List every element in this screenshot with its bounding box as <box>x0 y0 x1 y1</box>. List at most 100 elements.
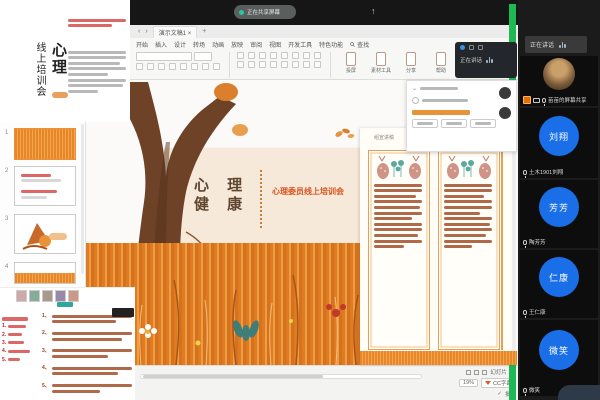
normal-view-icon <box>466 370 471 375</box>
ribbon-tab-design[interactable]: 设计 <box>174 40 186 49</box>
meeting-floating-panel[interactable]: 正在讲话 <box>455 42 517 78</box>
help-icon <box>436 52 446 66</box>
text-direction-icon <box>259 61 266 68</box>
ribbon-tab-animation[interactable]: 动画 <box>212 40 224 49</box>
horizontal-scrollbar[interactable] <box>140 374 422 379</box>
slide-thumb-1[interactable]: 1 <box>14 128 76 160</box>
phone-icon <box>412 97 419 104</box>
outdent-icon <box>314 52 321 59</box>
deer-window-header: 组宣讲稿 <box>374 134 394 141</box>
participant-name: 苗苗的屏幕共享 <box>548 96 587 104</box>
font-size-select[interactable] <box>194 52 212 61</box>
indent-icon <box>303 52 310 59</box>
member-icon <box>469 45 474 50</box>
floating-speaking-label: 正在讲话 <box>460 56 482 64</box>
find-button[interactable]: 查找 <box>350 40 369 49</box>
avatar: 刘翔 <box>539 116 579 156</box>
doc-body-paragraph <box>68 48 128 95</box>
chevron-down-icon[interactable]: ⌄ <box>412 85 417 92</box>
align-center-icon <box>248 52 255 59</box>
doc-red-paragraph <box>68 16 128 30</box>
doc-window-bottom[interactable]: 1. 2. 3. 4. 5. 1、 2、 3、 4、 5、 <box>0 287 135 400</box>
align-right-icon <box>259 52 266 59</box>
font-style-buttons[interactable] <box>136 63 222 70</box>
ribbon-tab-insert[interactable]: 插入 <box>155 40 167 49</box>
popup-buttons[interactable] <box>412 119 511 128</box>
wps-titlebar[interactable]: 正在共享屏幕 ↑ <box>130 0 518 25</box>
chat-bubble-corner[interactable] <box>558 385 600 400</box>
floating-panel-icons[interactable] <box>460 45 512 50</box>
speaking-indicator: 正在讲话 <box>525 36 587 53</box>
deer-card-left <box>368 150 430 350</box>
ribbon-tab-dev[interactable]: 开发工具 <box>288 40 312 49</box>
italic-icon <box>147 63 154 70</box>
tool-help-button[interactable]: 帮助 <box>428 52 454 74</box>
participant-tile[interactable]: 芳芳 陶芳芳 <box>520 180 598 248</box>
wps-document-tabs[interactable]: ‹ › 演示文稿1 × + <box>130 25 518 38</box>
mute-circle-button <box>499 87 511 99</box>
meeting-sidebar: 正在讲话 苗苗的屏幕共享 刘翔 土木1901刘翔 芳芳 <box>518 0 600 400</box>
mic-icon <box>542 98 546 103</box>
screen-share-banner[interactable]: 正在共享屏幕 <box>234 5 296 19</box>
note-toggle[interactable]: ✓ 批注 <box>428 390 516 398</box>
paragraph-buttons-bottom[interactable] <box>237 61 323 68</box>
slide-subtitle: 心理委员线上培训会 <box>272 186 344 197</box>
paragraph-buttons-top[interactable] <box>237 52 323 59</box>
document-tab[interactable]: 演示文稿1 × <box>153 26 198 38</box>
mic-icon <box>523 170 527 175</box>
ribbon-tab-slideshow[interactable]: 放映 <box>231 40 243 49</box>
arrange-icon <box>292 61 299 68</box>
share-circle-button <box>499 107 511 119</box>
slide-thumb-3[interactable]: 3 <box>14 214 76 254</box>
ribbon-tab-transition[interactable]: 转场 <box>193 40 205 49</box>
slide-sorter-icon <box>474 370 479 375</box>
deer-window-scrollbar[interactable] <box>512 148 516 353</box>
mic-icon <box>523 310 527 315</box>
participant-tile[interactable]: 刘翔 土木1901刘翔 <box>520 108 598 178</box>
nav-back-icon[interactable]: ‹ <box>138 28 140 35</box>
zoom-level[interactable]: 19% <box>459 379 478 387</box>
tool-share-button[interactable]: 分享 <box>398 52 424 74</box>
line-spacing-icon <box>237 61 244 68</box>
participant-name: 陶芳芳 <box>529 238 546 246</box>
mic-icon <box>523 388 527 393</box>
shape-fill-icon <box>270 61 277 68</box>
slide-thumbnail-panel[interactable]: 1 2 3 4 <box>0 122 86 287</box>
tool-assets-button[interactable]: 素材工具 <box>368 52 394 74</box>
underline-icon <box>158 63 165 70</box>
ribbon-tab-features[interactable]: 特色功能 <box>319 40 343 49</box>
superscript-icon <box>202 63 209 70</box>
number-list-icon <box>292 52 299 59</box>
font-name-select[interactable] <box>136 52 192 61</box>
avatar: 芳芳 <box>539 187 579 227</box>
slide-thumb-4[interactable]: 4 <box>14 262 76 284</box>
participant-tile-sharer[interactable]: 苗苗的屏幕共享 <box>520 56 598 106</box>
meeting-popup-panel[interactable]: ⌄ ⋯ <box>406 80 517 152</box>
new-tab-button[interactable]: + <box>202 28 206 35</box>
slide-thumb-2[interactable]: 2 <box>14 166 76 206</box>
leaves-icon <box>334 126 356 142</box>
collapse-arrow-icon[interactable]: ↑ <box>371 6 376 16</box>
red-list: 1. 2. 3. 4. 5. <box>2 314 38 365</box>
ribbon-tab-review[interactable]: 审阅 <box>250 40 262 49</box>
deer-slide-window[interactable]: 组宣讲稿 <box>360 128 517 365</box>
ribbon-tab-home[interactable]: 开始 <box>136 40 148 49</box>
thumbnail-scrollbar[interactable] <box>81 124 84 274</box>
align-left-icon <box>237 52 244 59</box>
ribbon-tab-view[interactable]: 视图 <box>269 40 281 49</box>
nav-forward-icon[interactable]: › <box>145 28 147 35</box>
tool-cast-button[interactable]: 投屏 <box>338 52 364 74</box>
view-switch-row[interactable]: 幻灯片 1/4 <box>428 368 516 376</box>
popup-button-1 <box>412 119 438 128</box>
screenshot-root: 心 理 健 康 心理委员线上培训会 <box>0 0 600 400</box>
quick-style-icon <box>303 61 310 68</box>
popup-side-buttons[interactable] <box>497 87 513 119</box>
select-icon <box>314 61 321 68</box>
bold-icon <box>136 63 143 70</box>
deer-illustration <box>444 155 494 181</box>
participant-tile[interactable]: 仁康 王仁康 <box>520 250 598 318</box>
tab-close-icon: × <box>188 31 192 37</box>
popup-button-3 <box>470 119 496 128</box>
search-icon <box>350 42 355 47</box>
highlight-icon <box>191 63 198 70</box>
